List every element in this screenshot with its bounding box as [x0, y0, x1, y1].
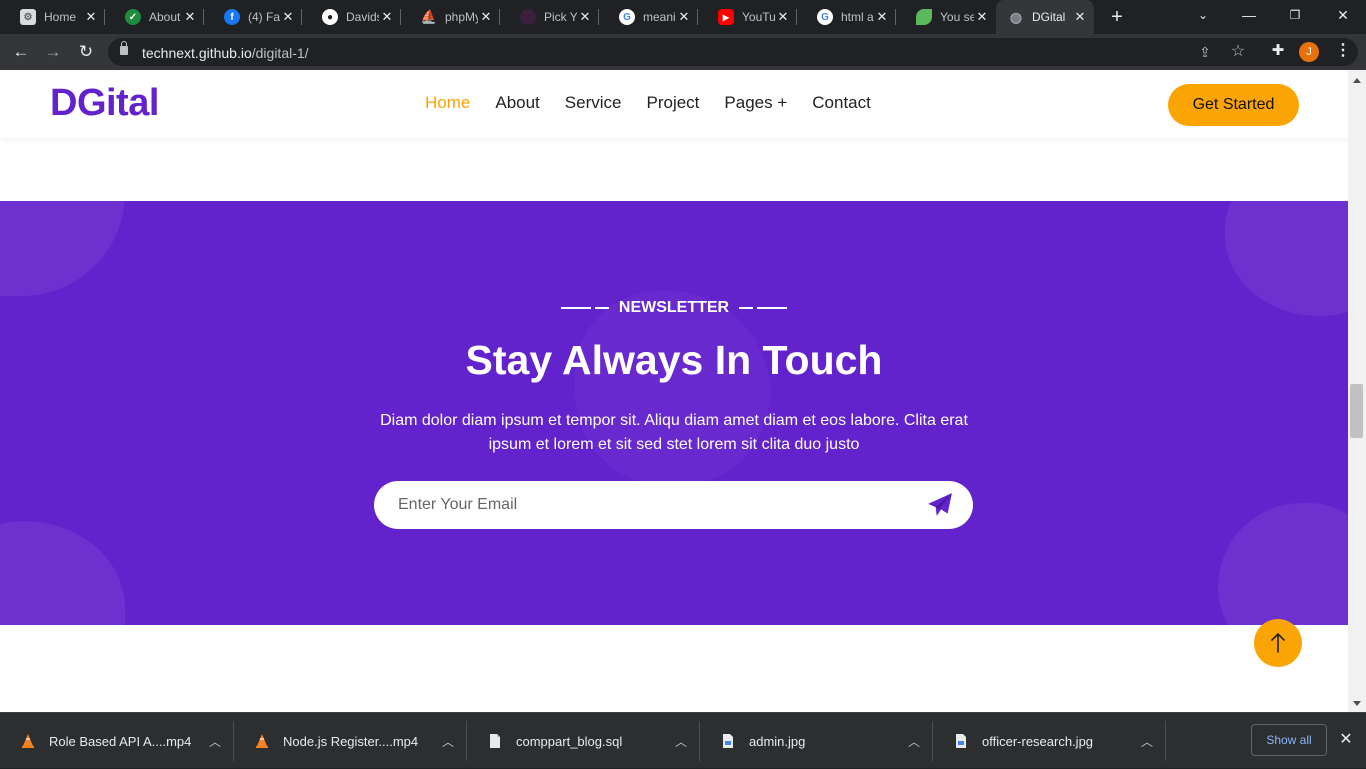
- close-tab-icon[interactable]: ✕: [974, 9, 990, 25]
- nav-contact[interactable]: Contact: [812, 93, 871, 113]
- email-input[interactable]: [398, 493, 898, 517]
- tab-youtube[interactable]: ▶ YouTub ✕: [698, 0, 797, 34]
- file-icon: [490, 734, 500, 748]
- tab-github[interactable]: ● Davids ✕: [302, 0, 401, 34]
- tab-phpmyadmin[interactable]: ⛵ phpMy ✕: [401, 0, 500, 34]
- chevron-up-icon[interactable]: ︿: [1140, 733, 1154, 749]
- close-downloads-icon[interactable]: ✕: [1337, 731, 1355, 749]
- newsletter-form: [374, 481, 973, 529]
- browser-toolbar: ← → ↻ technext.github.io/digital-1/ ⇪ ☆ …: [0, 34, 1366, 70]
- tab-about[interactable]: ✓ About ✕: [105, 0, 204, 34]
- tab-home[interactable]: ⚙ Home ✕: [0, 0, 105, 34]
- get-started-button[interactable]: Get Started: [1168, 84, 1299, 126]
- download-item[interactable]: admin.jpg ︿: [700, 713, 933, 769]
- chevron-up-icon[interactable]: ︿: [208, 733, 222, 749]
- close-tab-icon[interactable]: ✕: [83, 9, 99, 25]
- tab-google-meaning[interactable]: G meanin ✕: [599, 0, 698, 34]
- site-navbar: DGital Home About Service Project Pages …: [0, 70, 1348, 138]
- reload-button[interactable]: ↻: [75, 41, 97, 63]
- leaf-icon: [916, 9, 932, 25]
- github-icon: ●: [322, 9, 338, 25]
- tab-google-html[interactable]: G html a ✕: [797, 0, 896, 34]
- image-file-icon: [956, 734, 966, 748]
- google-icon: G: [619, 9, 635, 25]
- close-tab-icon[interactable]: ✕: [775, 9, 791, 25]
- eyebrow-label: NEWSLETTER: [618, 299, 730, 316]
- close-tab-icon[interactable]: ✕: [577, 9, 593, 25]
- google-icon: G: [817, 9, 833, 25]
- download-item[interactable]: Node.js Register....mp4 ︿: [234, 713, 467, 769]
- decorative-blob: [0, 521, 125, 625]
- restore-button[interactable]: ❐: [1272, 0, 1318, 30]
- newsletter-section: NEWSLETTER Stay Always In Touch Diam dol…: [0, 201, 1348, 625]
- scrollbar-thumb[interactable]: [1350, 384, 1363, 438]
- send-plane-icon[interactable]: [927, 492, 953, 518]
- check-circle-icon: ✓: [125, 9, 141, 25]
- newsletter-heading: Stay Always In Touch: [465, 337, 883, 383]
- youtube-icon: ▶: [718, 9, 734, 25]
- decorative-blob: [1218, 503, 1348, 625]
- close-tab-icon[interactable]: ✕: [1072, 9, 1088, 25]
- downloads-bar: Role Based API A....mp4 ︿ Node.js Regist…: [0, 712, 1366, 768]
- decorative-blob: [0, 201, 125, 296]
- scroll-down-arrow-icon[interactable]: [1353, 701, 1361, 706]
- arrow-up-icon: [1271, 632, 1285, 653]
- gear-icon: ⚙: [20, 9, 36, 25]
- close-tab-icon[interactable]: ✕: [379, 9, 395, 25]
- nav-home[interactable]: Home: [425, 93, 470, 113]
- download-item[interactable]: Role Based API A....mp4 ︿: [0, 713, 234, 769]
- download-item[interactable]: officer-research.jpg ︿: [933, 713, 1166, 769]
- url-text[interactable]: technext.github.io/digital-1/: [142, 45, 309, 61]
- nav-pages-dropdown[interactable]: Pages +: [724, 93, 787, 113]
- minimize-button[interactable]: —: [1226, 0, 1272, 30]
- close-tab-icon[interactable]: ✕: [182, 9, 198, 25]
- back-button[interactable]: ←: [10, 41, 32, 63]
- nav-service[interactable]: Service: [565, 93, 622, 113]
- more-menu-icon[interactable]: ⋮: [1333, 41, 1353, 61]
- nav-project[interactable]: Project: [646, 93, 699, 113]
- close-tab-icon[interactable]: ✕: [478, 9, 494, 25]
- tab-facebook[interactable]: f (4) Fac ✕: [204, 0, 302, 34]
- share-icon[interactable]: ⇪: [1197, 44, 1213, 60]
- close-tab-icon[interactable]: ✕: [676, 9, 692, 25]
- close-tab-icon[interactable]: ✕: [874, 9, 890, 25]
- nav-about[interactable]: About: [495, 93, 539, 113]
- facebook-icon: f: [224, 9, 240, 25]
- vlc-icon: [256, 734, 268, 748]
- address-bar[interactable]: technext.github.io/digital-1/ ⇪ ☆: [108, 38, 1358, 66]
- profile-avatar[interactable]: J: [1299, 42, 1319, 62]
- vlc-icon: [22, 734, 34, 748]
- bookmark-star-icon[interactable]: ☆: [1230, 44, 1246, 60]
- chevron-up-icon[interactable]: ︿: [674, 733, 688, 749]
- close-tab-icon[interactable]: ✕: [280, 9, 296, 25]
- phpmyadmin-icon: ⛵: [420, 9, 438, 24]
- dark-site-icon: [520, 9, 536, 25]
- tab-dgital-active[interactable]: ◍ DGital ✕: [996, 0, 1094, 34]
- image-file-icon: [723, 734, 733, 748]
- page-viewport: DGital Home About Service Project Pages …: [0, 70, 1348, 712]
- scroll-up-arrow-icon[interactable]: [1353, 78, 1361, 83]
- download-item[interactable]: comppart_blog.sql ︿: [467, 713, 700, 769]
- tab-search-chevron-icon[interactable]: ⌄: [1180, 0, 1226, 30]
- chevron-up-icon[interactable]: ︿: [907, 733, 921, 749]
- site-logo[interactable]: DGital: [50, 82, 159, 125]
- lock-icon[interactable]: [120, 41, 128, 55]
- tab-pick[interactable]: Pick Yo ✕: [500, 0, 599, 34]
- new-tab-button[interactable]: +: [1106, 6, 1128, 28]
- newsletter-description: Diam dolor diam ipsum et tempor sit. Ali…: [380, 412, 968, 453]
- main-menu: Home About Service Project Pages + Conta…: [425, 93, 896, 113]
- tab-you-searched[interactable]: You se ✕: [896, 0, 996, 34]
- extensions-puzzle-icon[interactable]: ✚: [1268, 41, 1288, 61]
- close-window-button[interactable]: ✕: [1320, 0, 1366, 30]
- back-to-top-button[interactable]: [1254, 619, 1302, 667]
- page-scrollbar[interactable]: [1348, 70, 1366, 712]
- globe-icon: ◍: [1009, 8, 1023, 25]
- tab-strip: ⚙ Home ✕ ✓ About ✕ f (4) Fac ✕ ● Davids …: [0, 0, 1366, 34]
- forward-button[interactable]: →: [42, 41, 64, 63]
- section-eyebrow: NEWSLETTER: [0, 299, 1348, 317]
- chevron-up-icon[interactable]: ︿: [441, 733, 455, 749]
- show-all-downloads-button[interactable]: Show all: [1251, 724, 1327, 756]
